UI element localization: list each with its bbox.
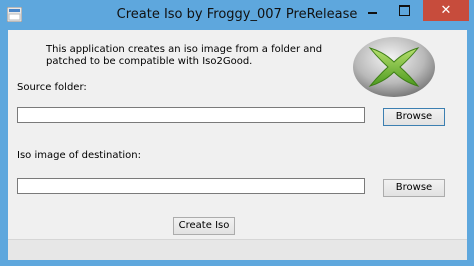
description-text: This application creates an iso image fr… bbox=[46, 44, 323, 67]
title-bar[interactable]: Create Iso by Froggy_007 PreRelease ✕ bbox=[0, 0, 474, 30]
status-bar bbox=[8, 239, 467, 260]
xbox-logo bbox=[353, 37, 435, 97]
destination-iso-label: Iso image of destination: bbox=[17, 150, 141, 161]
source-folder-label: Source folder: bbox=[17, 82, 87, 93]
client-area: This application creates an iso image fr… bbox=[8, 30, 467, 260]
browse-destination-button[interactable]: Browse bbox=[383, 179, 445, 197]
minimize-button[interactable] bbox=[356, 0, 388, 21]
close-icon: ✕ bbox=[440, 3, 452, 18]
maximize-button[interactable] bbox=[388, 0, 420, 21]
maximize-icon bbox=[399, 5, 410, 16]
browse-source-button[interactable]: Browse bbox=[383, 108, 445, 126]
minimize-icon bbox=[368, 12, 377, 14]
close-button[interactable]: ✕ bbox=[423, 0, 469, 21]
destination-iso-input[interactable] bbox=[17, 178, 365, 194]
app-window: Create Iso by Froggy_007 PreRelease ✕ Th… bbox=[0, 0, 474, 266]
create-iso-button[interactable]: Create Iso bbox=[173, 217, 235, 235]
source-folder-input[interactable] bbox=[17, 107, 365, 123]
